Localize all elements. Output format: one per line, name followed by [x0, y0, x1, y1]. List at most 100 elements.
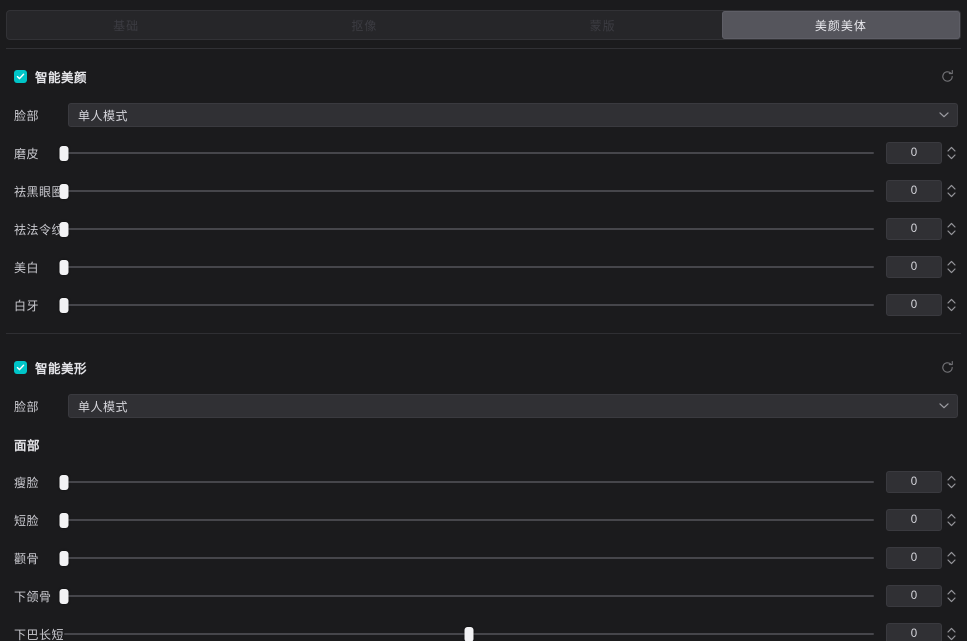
slider-label: 祛黑眼圈	[14, 184, 65, 199]
slider-row: 祛法令纹 0	[0, 214, 967, 244]
slider-value-input[interactable]: 0	[886, 547, 942, 569]
slider-value-input[interactable]: 0	[886, 623, 942, 641]
slider-thumb[interactable]	[464, 627, 474, 641]
slider-track[interactable]	[64, 266, 874, 268]
tab-bar: 基础 抠像 蒙版 美颜美体	[6, 10, 961, 40]
spinner-arrows-icon	[947, 222, 956, 236]
section-reset-button[interactable]	[937, 357, 957, 377]
slider-track[interactable]	[64, 481, 874, 483]
slider-thumb[interactable]	[59, 513, 69, 528]
slider-label: 下巴长短	[14, 627, 65, 641]
slider-label: 祛法令纹	[14, 222, 65, 237]
slider-value-stepper[interactable]	[944, 256, 959, 278]
subsection-title: 面部	[14, 438, 41, 453]
slider-美白[interactable]	[59, 255, 874, 279]
slider-value-stepper[interactable]	[944, 623, 959, 641]
slider-value-stepper[interactable]	[944, 471, 959, 493]
slider-value-stepper[interactable]	[944, 547, 959, 569]
face-mode-row: 脸部 单人模式	[0, 391, 967, 421]
slider-thumb[interactable]	[59, 146, 69, 161]
slider-track[interactable]	[64, 152, 874, 154]
slider-value-input[interactable]: 0	[886, 180, 942, 202]
slider-track[interactable]	[64, 190, 874, 192]
face-mode-select[interactable]: 单人模式	[68, 394, 958, 418]
section-title: 智能美颜	[35, 70, 88, 85]
face-mode-label: 脸部	[14, 399, 40, 414]
slider-value: 0	[910, 552, 918, 564]
slider-value-input[interactable]: 0	[886, 294, 942, 316]
slider-value: 0	[910, 476, 918, 488]
face-mode-select[interactable]: 单人模式	[68, 103, 958, 127]
spinner-arrows-icon	[947, 298, 956, 312]
slider-value-stepper[interactable]	[944, 585, 959, 607]
tab-basic[interactable]: 基础	[7, 11, 245, 39]
section-header-smart-face-shaping: 智能美形	[0, 353, 967, 381]
slider-thumb[interactable]	[59, 298, 69, 313]
slider-value: 0	[910, 147, 918, 159]
slider-thumb[interactable]	[59, 475, 69, 490]
slider-value-stepper[interactable]	[944, 142, 959, 164]
tab-keying[interactable]: 抠像	[245, 11, 483, 39]
slider-track[interactable]	[64, 595, 874, 597]
slider-祛黑眼圈[interactable]	[59, 179, 874, 203]
section-reset-button[interactable]	[937, 66, 957, 86]
slider-row: 下颌骨 0	[0, 581, 967, 611]
slider-value-input[interactable]: 0	[886, 509, 942, 531]
tabbar-divider	[6, 48, 961, 49]
tab-beauty[interactable]: 美颜美体	[721, 11, 960, 39]
tab-label: 蒙版	[589, 18, 616, 33]
slider-row: 颧骨 0	[0, 543, 967, 573]
slider-瘦脸[interactable]	[59, 470, 874, 494]
subsection-header: 面部	[0, 429, 967, 459]
tab-label: 基础	[113, 18, 140, 33]
slider-value-stepper[interactable]	[944, 218, 959, 240]
tab-mask[interactable]: 蒙版	[484, 11, 722, 39]
slider-下巴长短[interactable]	[64, 622, 874, 641]
slider-label: 白牙	[14, 298, 40, 313]
slider-value: 0	[910, 185, 918, 197]
slider-label: 瘦脸	[14, 475, 40, 490]
slider-row: 短脸 0	[0, 505, 967, 535]
slider-thumb[interactable]	[59, 184, 69, 199]
slider-thumb[interactable]	[59, 551, 69, 566]
face-mode-row: 脸部 单人模式	[0, 100, 967, 130]
chevron-down-icon	[939, 112, 949, 119]
slider-thumb[interactable]	[59, 260, 69, 275]
reset-icon	[941, 360, 953, 373]
slider-label: 短脸	[14, 513, 40, 528]
slider-thumb[interactable]	[59, 222, 69, 237]
smart-face-shaping-checkbox[interactable]	[14, 360, 27, 374]
spinner-arrows-icon	[947, 627, 956, 641]
slider-下颌骨[interactable]	[59, 584, 874, 608]
slider-track[interactable]	[64, 557, 874, 559]
slider-value-input[interactable]: 0	[886, 471, 942, 493]
slider-value-input[interactable]: 0	[886, 256, 942, 278]
slider-祛法令纹[interactable]	[59, 217, 874, 241]
slider-value: 0	[910, 590, 918, 602]
slider-短脸[interactable]	[59, 508, 874, 532]
slider-value: 0	[910, 223, 918, 235]
section-title: 智能美形	[35, 361, 88, 376]
slider-value: 0	[910, 299, 918, 311]
slider-track[interactable]	[64, 228, 874, 230]
slider-白牙[interactable]	[59, 293, 874, 317]
section-divider	[6, 333, 961, 334]
slider-磨皮[interactable]	[59, 141, 874, 165]
slider-value-input[interactable]: 0	[886, 142, 942, 164]
reset-icon	[941, 69, 953, 82]
slider-颧骨[interactable]	[59, 546, 874, 570]
slider-thumb[interactable]	[59, 589, 69, 604]
slider-label: 美白	[14, 260, 40, 275]
slider-value-input[interactable]: 0	[886, 218, 942, 240]
slider-track[interactable]	[64, 304, 874, 306]
section-header-smart-beauty-face: 智能美颜	[0, 62, 967, 90]
smart-beauty-face-checkbox[interactable]	[14, 69, 27, 83]
slider-value: 0	[910, 514, 918, 526]
slider-value-stepper[interactable]	[944, 509, 959, 531]
slider-value-stepper[interactable]	[944, 180, 959, 202]
check-icon	[16, 364, 25, 370]
spinner-arrows-icon	[947, 589, 956, 603]
slider-value-input[interactable]: 0	[886, 585, 942, 607]
slider-track[interactable]	[64, 519, 874, 521]
slider-value-stepper[interactable]	[944, 294, 959, 316]
